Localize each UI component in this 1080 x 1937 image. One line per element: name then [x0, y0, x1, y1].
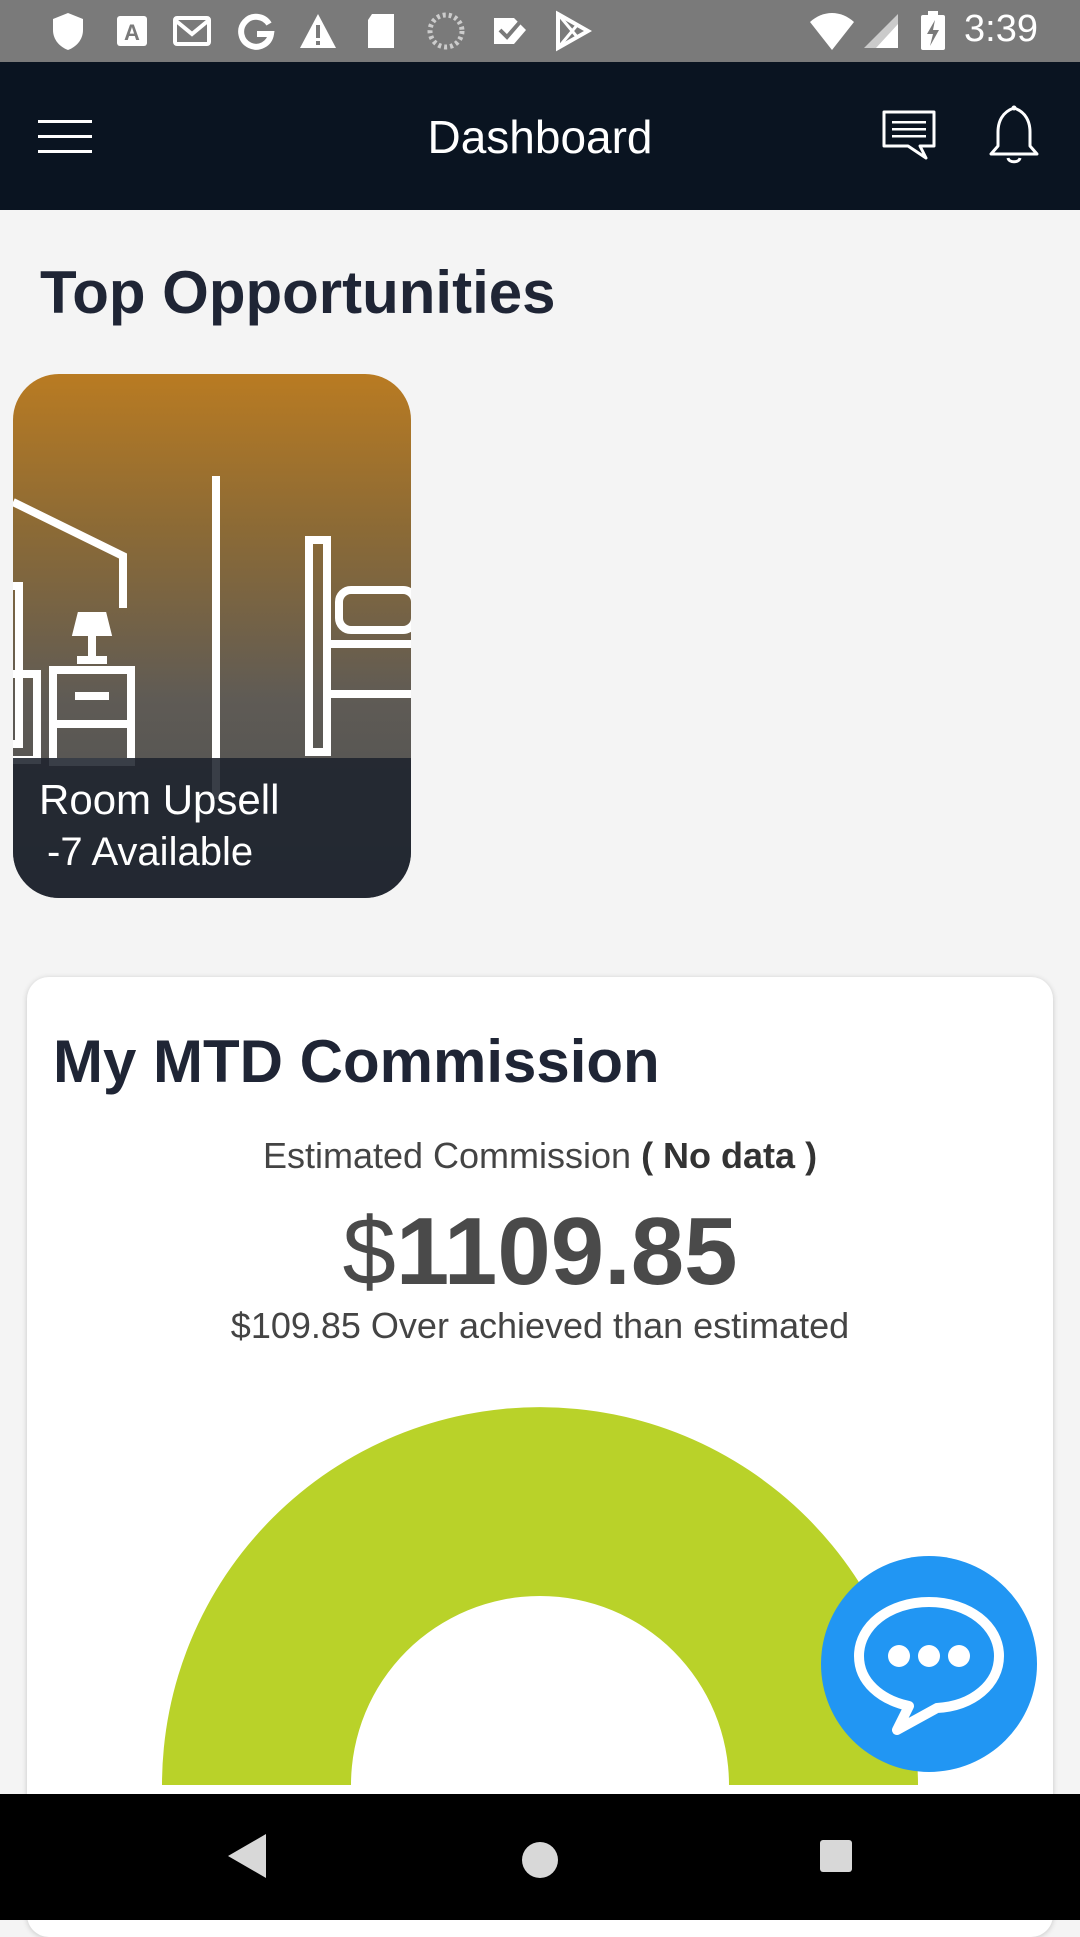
warning-icon	[300, 14, 336, 48]
chat-fab-button[interactable]	[821, 1556, 1037, 1772]
chat-bubble-icon	[854, 1597, 1004, 1735]
hotel-room-illustration	[13, 476, 411, 799]
status-time: 3:39	[964, 8, 1038, 50]
recents-icon[interactable]	[806, 1826, 866, 1886]
battery-charging-icon	[921, 11, 945, 50]
app-bar: Dashboard	[0, 62, 1080, 210]
checkmark-app-icon	[494, 18, 526, 44]
commission-card: My MTD Commission Estimated Commission (…	[27, 977, 1053, 1937]
back-icon[interactable]	[220, 1826, 280, 1886]
accessibility-app-icon: A	[117, 16, 147, 46]
wifi-icon	[810, 13, 854, 50]
home-icon[interactable]	[506, 1826, 574, 1894]
gmail-icon	[173, 16, 211, 46]
play-store-icon	[556, 10, 592, 52]
opportunity-card-room-upsell[interactable]: Room Upsell -7 Available	[13, 374, 411, 898]
gauge-arc	[162, 1407, 918, 1785]
signal-icon	[864, 14, 898, 48]
chat-icon[interactable]	[880, 108, 938, 164]
google-icon	[238, 13, 275, 50]
loading-icon	[427, 12, 465, 50]
section-title-top-opportunities: Top Opportunities	[40, 259, 556, 326]
card-availability: -7 Available	[47, 830, 254, 874]
system-nav-bar	[0, 1794, 1080, 1920]
shield-icon	[53, 13, 83, 50]
card-title: Room Upsell	[39, 776, 280, 823]
status-bar: A 3:39	[0, 0, 1080, 62]
sd-card-icon	[368, 14, 394, 48]
bell-icon[interactable]	[988, 104, 1040, 166]
commission-gauge	[162, 1407, 918, 1785]
svg-text:A: A	[124, 20, 140, 45]
